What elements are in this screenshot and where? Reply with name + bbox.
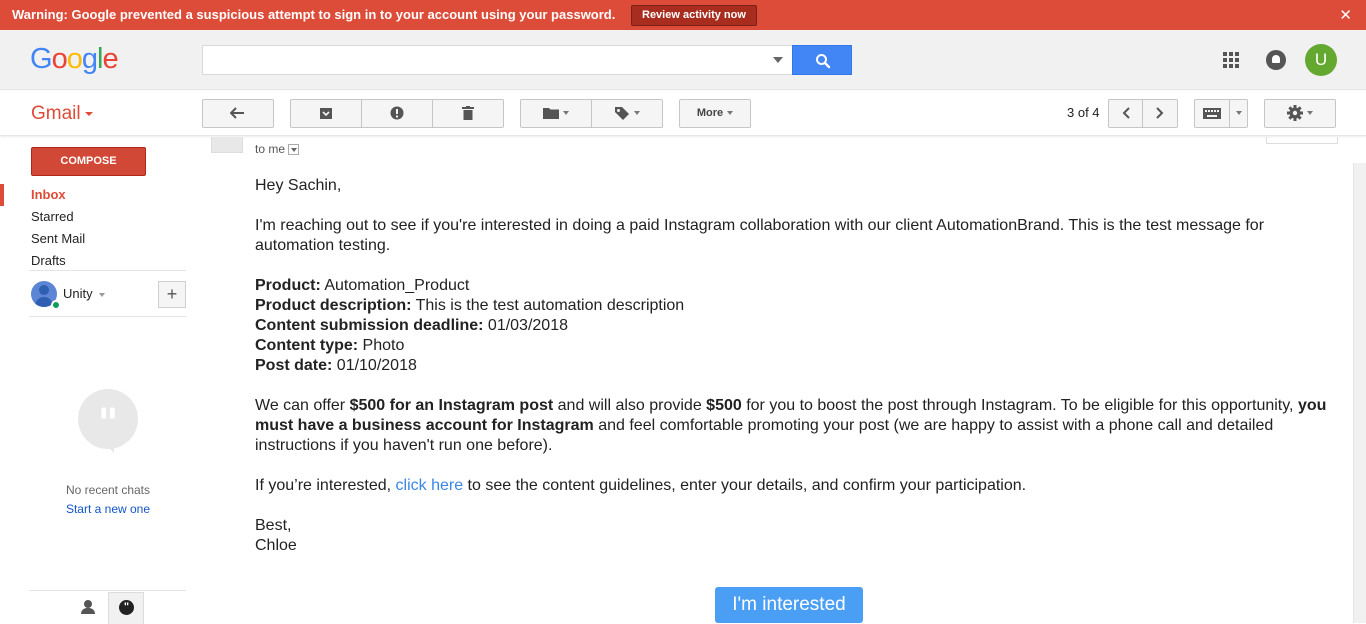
message-body: Hey Sachin, I'm reaching out to see if y… xyxy=(255,176,1335,576)
campaign-details: Product: Automation_Product Product desc… xyxy=(255,276,1335,376)
top-header: Google U xyxy=(0,30,1366,90)
sender-avatar xyxy=(211,137,243,153)
online-status-dot xyxy=(51,300,61,310)
report-spam-button[interactable] xyxy=(361,99,433,128)
input-tools-button[interactable] xyxy=(1194,99,1230,128)
notifications-bell-icon[interactable] xyxy=(1266,50,1286,70)
move-to-button[interactable] xyxy=(520,99,592,128)
chevron-down-icon xyxy=(1235,111,1242,116)
back-to-inbox-button[interactable] xyxy=(202,99,274,128)
search-button[interactable] xyxy=(792,45,852,75)
intro-paragraph: I'm reaching out to see if you're intere… xyxy=(255,217,1265,254)
sidebar-nav: Inbox Starred Sent Mail Drafts xyxy=(0,184,200,272)
labels-button[interactable] xyxy=(591,99,663,128)
sidebar-item-sent-mail[interactable]: Sent Mail xyxy=(0,228,200,250)
message-pager: 3 of 4 xyxy=(1067,105,1100,120)
gmail-menu-button[interactable]: Gmail xyxy=(31,103,93,125)
archive-icon xyxy=(320,107,332,119)
keyboard-icon xyxy=(1203,107,1221,119)
start-new-chat-link[interactable]: Start a new one xyxy=(28,502,188,516)
security-warning-bar: Warning: Google prevented a suspicious a… xyxy=(0,0,1366,30)
review-activity-button[interactable]: Review activity now xyxy=(631,5,757,26)
im-interested-button[interactable]: I'm interested xyxy=(715,587,863,623)
click-here-link[interactable]: click here xyxy=(396,477,464,494)
close-icon[interactable]: ✕ xyxy=(1339,6,1352,24)
input-tools-dropdown[interactable] xyxy=(1229,99,1248,128)
back-arrow-icon xyxy=(230,107,244,119)
apps-grid-icon[interactable] xyxy=(1223,52,1239,68)
divider xyxy=(29,270,186,271)
signature-block: Best, Chloe xyxy=(255,517,297,554)
account-avatar[interactable]: U xyxy=(1305,44,1337,76)
report-spam-icon xyxy=(390,106,404,120)
google-logo[interactable]: Google xyxy=(30,43,119,76)
search-options-chevron-down-icon[interactable] xyxy=(773,57,783,63)
folder-icon xyxy=(543,108,559,120)
older-button[interactable] xyxy=(1142,99,1178,128)
search-icon xyxy=(816,54,831,69)
hangouts-quote-icon: " xyxy=(119,600,134,615)
compose-button[interactable]: COMPOSE xyxy=(31,147,146,176)
hangouts-tab[interactable]: " xyxy=(108,592,144,624)
hangouts-quote-icon: " xyxy=(78,389,138,453)
no-recent-chats-text: No recent chats xyxy=(65,483,151,497)
chevron-down-icon xyxy=(634,111,640,116)
chevron-down-icon xyxy=(727,111,734,116)
sidebar-item-inbox[interactable]: Inbox xyxy=(0,184,200,206)
detail-deadline: Content submission deadline: 01/03/2018 xyxy=(255,317,568,334)
offer-paragraph: We can offer $500 for an Instagram post … xyxy=(255,397,1327,454)
more-label: More xyxy=(696,107,724,119)
detail-description: Product description: This is the test au… xyxy=(255,297,685,314)
cta-paragraph: If you’re interested, click here to see … xyxy=(255,477,1027,494)
vertical-scrollbar[interactable] xyxy=(1353,163,1366,623)
label-icon xyxy=(615,107,629,121)
hangouts-footer: " xyxy=(29,590,186,624)
delete-button[interactable] xyxy=(432,99,504,128)
toolbar: Gmail More 3 of 4 xyxy=(0,90,1366,136)
detail-post-date: Post date: 01/10/2018 xyxy=(255,357,417,374)
greeting: Hey Sachin, xyxy=(255,177,342,194)
divider xyxy=(29,316,186,317)
message-actions[interactable] xyxy=(1266,137,1338,144)
recipient-details[interactable]: to me xyxy=(255,142,300,156)
hangouts-account-menu[interactable]: Unity xyxy=(63,286,105,301)
detail-product: Product: Automation_Product xyxy=(255,277,470,294)
chevron-down-icon xyxy=(1307,111,1313,116)
newer-button[interactable] xyxy=(1108,99,1143,128)
chevron-down-icon xyxy=(563,111,569,116)
sidebar-item-drafts[interactable]: Drafts xyxy=(0,250,200,272)
detail-content-type: Content type: Photo xyxy=(255,337,405,354)
gear-icon xyxy=(1287,105,1303,122)
chevron-left-icon xyxy=(1122,107,1130,119)
show-details-chevron-down-icon[interactable] xyxy=(288,144,300,156)
delete-icon xyxy=(462,106,474,121)
contacts-person-icon[interactable] xyxy=(81,600,95,614)
warning-message: Warning: Google prevented a suspicious a… xyxy=(12,7,616,22)
chevron-right-icon xyxy=(1156,107,1164,119)
archive-button[interactable] xyxy=(290,99,362,128)
new-conversation-plus-button[interactable]: + xyxy=(158,281,186,308)
sidebar-item-starred[interactable]: Starred xyxy=(0,206,200,228)
more-button[interactable]: More xyxy=(679,99,751,128)
settings-button[interactable] xyxy=(1264,99,1336,128)
search-input[interactable] xyxy=(202,45,793,75)
